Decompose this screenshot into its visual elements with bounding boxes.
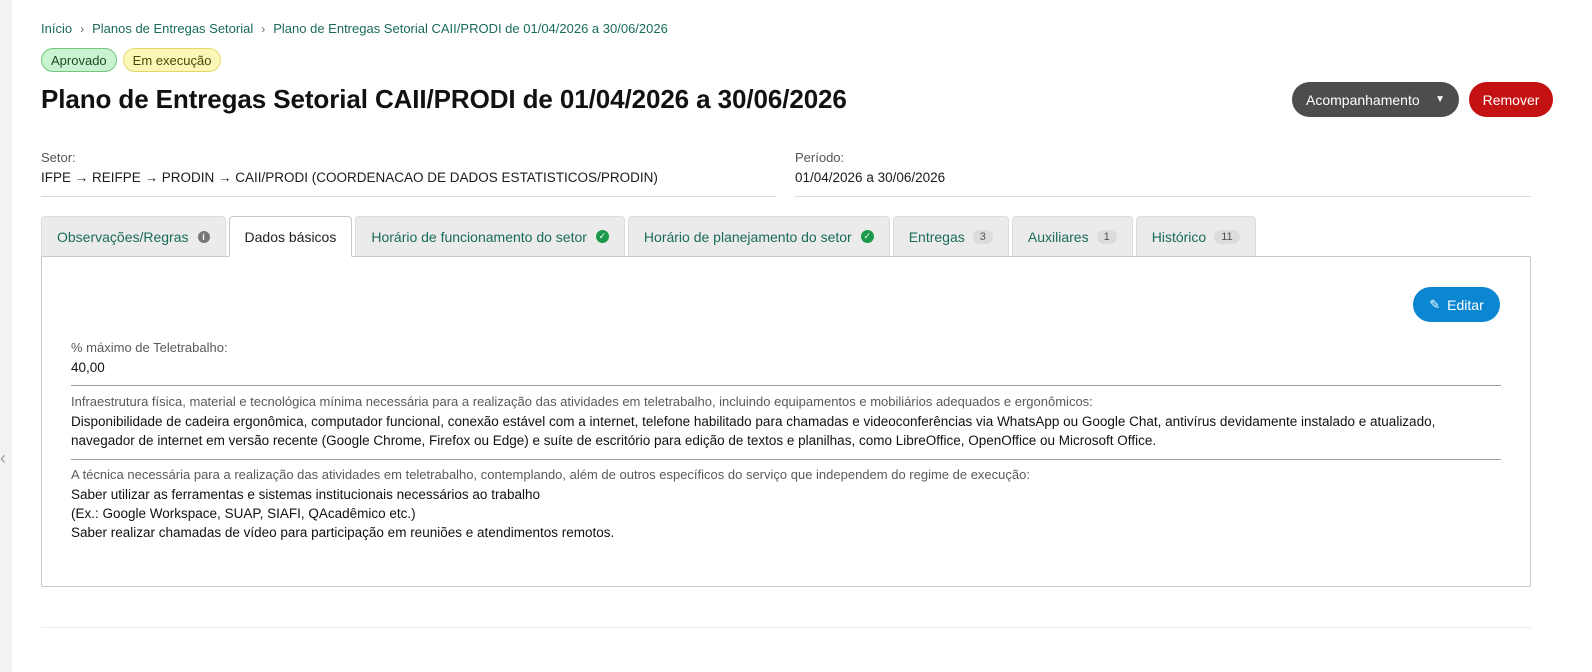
setor-label: Setor: xyxy=(41,150,76,165)
infraestrutura-field: Infraestrutura física, material e tecnol… xyxy=(71,394,1501,450)
chevron-down-icon: ▼ xyxy=(1435,94,1445,105)
periodo-value: 01/04/2026 a 30/06/2026 xyxy=(795,170,946,185)
tab-label: Auxiliares xyxy=(1027,228,1089,245)
tab-horario-funcionamento[interactable]: Horário de funcionamento do setor ✓ xyxy=(355,216,625,256)
tab-panel-dados-basicos: ✎ Editar % máximo de Teletrabalho: 40,00… xyxy=(41,256,1531,587)
tab-label: Entregas xyxy=(908,228,965,245)
breadcrumb: Início › Planos de Entregas Setorial › P… xyxy=(41,21,668,36)
tecnica-value: Saber utilizar as ferramentas e sistemas… xyxy=(71,487,615,540)
field-divider xyxy=(795,196,1531,197)
breadcrumb-separator: › xyxy=(80,21,85,36)
tab-horario-planejamento[interactable]: Horário de planejamento do setor ✓ xyxy=(627,216,890,256)
tab-historico[interactable]: Histórico 11 xyxy=(1135,216,1256,256)
tab-count-badge: 1 xyxy=(1096,229,1117,244)
periodo-label: Período: xyxy=(795,150,845,165)
footer-divider xyxy=(41,627,1531,628)
edit-pen-icon: ✎ xyxy=(1429,296,1441,312)
sidebar-collapsed-strip xyxy=(0,0,12,672)
infraestrutura-value: Disponibilidade de cadeira ergonômica, c… xyxy=(71,414,1436,448)
status-badge-aprovado: Aprovado xyxy=(41,48,117,72)
breadcrumb-planos-entregas[interactable]: Planos de Entregas Setorial xyxy=(92,21,253,36)
tab-count-badge: 3 xyxy=(972,229,993,244)
breadcrumb-inicio[interactable]: Início xyxy=(41,21,72,36)
tab-count-badge: 11 xyxy=(1214,229,1240,244)
section-divider xyxy=(71,459,1501,460)
header-actions: Acompanhamento ▼ Remover xyxy=(1292,82,1553,117)
tab-label: Horário de funcionamento do setor xyxy=(371,228,587,245)
tab-label: Dados básicos xyxy=(244,228,337,245)
teletrabalho-field: % máximo de Teletrabalho: 40,00 xyxy=(71,340,1501,377)
tab-bar: Observações/Regras i Dados básicos Horár… xyxy=(41,216,1259,257)
remove-button[interactable]: Remover xyxy=(1469,82,1553,117)
info-circle-icon: i xyxy=(197,230,210,243)
edit-button[interactable]: ✎ Editar xyxy=(1413,287,1500,322)
section-divider xyxy=(71,385,1501,386)
edit-label: Editar xyxy=(1447,296,1484,313)
tecnica-label: A técnica necessária para a realização d… xyxy=(71,467,1030,482)
chevron-left-icon[interactable]: ‹ xyxy=(0,449,6,467)
tab-dados-basicos[interactable]: Dados básicos xyxy=(228,216,353,257)
acompanhamento-label: Acompanhamento xyxy=(1306,91,1420,108)
tab-entregas[interactable]: Entregas 3 xyxy=(892,216,1009,256)
status-badges: Aprovado Em execução xyxy=(41,48,222,72)
check-circle-icon: ✓ xyxy=(595,230,609,243)
infraestrutura-label: Infraestrutura física, material e tecnol… xyxy=(71,394,1093,409)
setor-field: Setor: IFPE → REIFPE → PRODIN → CAII/PRO… xyxy=(41,150,776,197)
teletrabalho-value: 40,00 xyxy=(71,360,105,375)
status-badge-em-execucao: Em execução xyxy=(122,48,222,72)
check-circle-icon: ✓ xyxy=(860,230,874,243)
breadcrumb-separator: › xyxy=(261,21,266,36)
tab-label: Histórico xyxy=(1151,228,1207,245)
tecnica-field: A técnica necessária para a realização d… xyxy=(71,467,1501,542)
setor-value: IFPE → REIFPE → PRODIN → CAII/PRODI (COO… xyxy=(41,170,658,185)
tab-label: Observações/Regras xyxy=(57,228,189,245)
field-divider xyxy=(41,196,776,197)
acompanhamento-dropdown-button[interactable]: Acompanhamento ▼ xyxy=(1292,82,1459,117)
breadcrumb-current[interactable]: Plano de Entregas Setorial CAII/PRODI de… xyxy=(273,21,668,36)
tab-label: Horário de planejamento do setor xyxy=(643,228,852,245)
page-title: Plano de Entregas Setorial CAII/PRODI de… xyxy=(41,84,847,114)
tab-observacoes-regras[interactable]: Observações/Regras i xyxy=(41,216,226,256)
periodo-field: Período: 01/04/2026 a 30/06/2026 xyxy=(795,150,1531,197)
teletrabalho-label: % máximo de Teletrabalho: xyxy=(71,340,228,355)
tab-auxiliares[interactable]: Auxiliares 1 xyxy=(1011,216,1133,256)
